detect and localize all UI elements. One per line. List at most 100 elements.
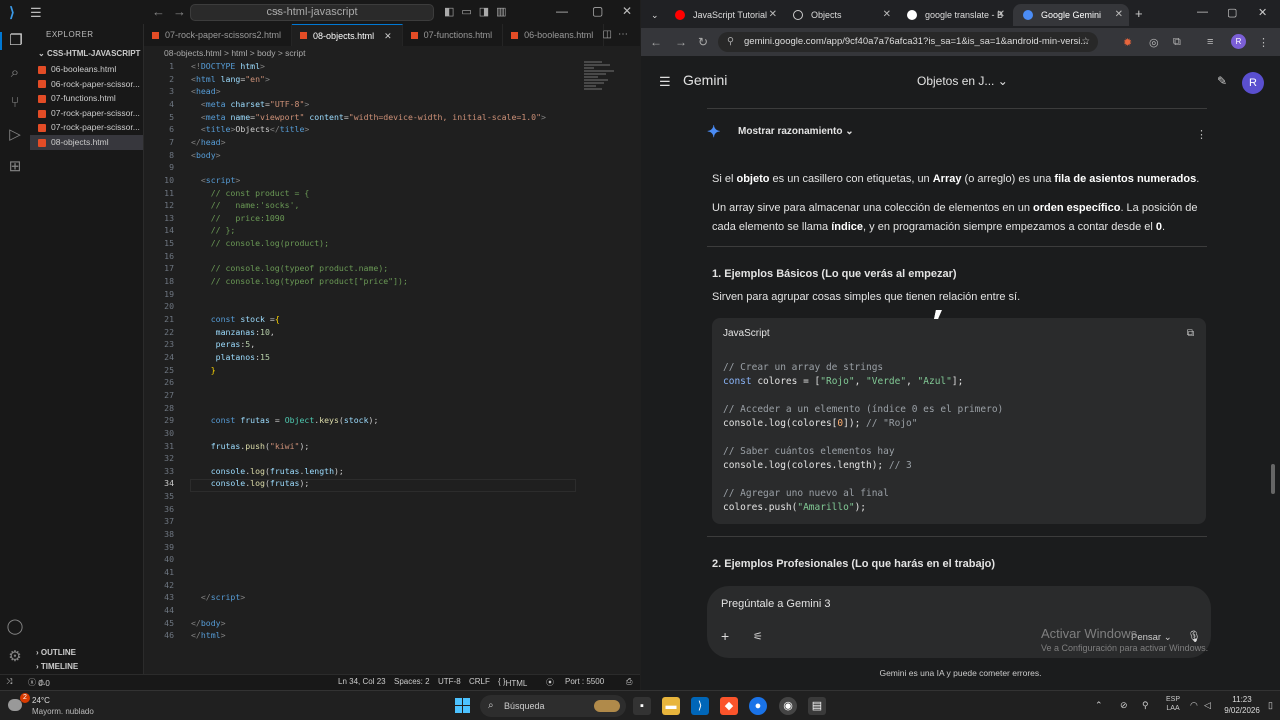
back-icon[interactable]: ← — [650, 35, 662, 49]
html-file-icon — [38, 124, 46, 133]
tab-booleans[interactable]: 06-booleans.html — [503, 24, 605, 46]
chrome-tab-objects[interactable]: Objects ✕ — [783, 4, 897, 26]
chat-title-dropdown[interactable]: Objetos en J... ⌄ — [917, 74, 1008, 88]
mode-selector[interactable]: Pensar ⌄ — [1131, 632, 1172, 643]
code-editor[interactable]: 1 <!DOCTYPE html> 2 <html lang="en"> 3 <head>… — [144, 61, 640, 674]
file-item[interactable]: 07-rock-paper-scissor... — [30, 106, 143, 121]
extensions-icon[interactable]: ⊞ — [6, 158, 24, 176]
copy-icon[interactable]: ⧉ — [1187, 328, 1194, 339]
maximize-icon[interactable]: ▢ — [592, 4, 603, 18]
more-options-icon[interactable]: ⋮ — [1196, 128, 1207, 141]
avatar[interactable]: R — [1242, 72, 1264, 94]
notifications-icon[interactable]: ⎙ — [626, 677, 632, 687]
clock[interactable]: 11:23 9/02/2026 — [1218, 694, 1266, 716]
file-item[interactable]: 07-rock-paper-scissor... — [30, 120, 143, 135]
close-icon[interactable]: ✕ — [1258, 6, 1267, 19]
problems-indicator[interactable]: ⓧ 0 ⚠ 0 — [28, 677, 50, 688]
split-editor-icon[interactable]: ◫⋯ — [603, 29, 634, 40]
file-item-selected[interactable]: 08-objects.html — [30, 134, 143, 150]
menu-icon[interactable]: ☰ — [659, 74, 671, 90]
file-item[interactable]: 06-rock-paper-scissor... — [30, 77, 143, 92]
settings-gear-icon[interactable]: ⚙ — [6, 648, 24, 666]
timeline-section[interactable]: › TIMELINE — [30, 660, 144, 674]
tools-icon[interactable]: ⚟ — [753, 630, 763, 643]
layout-icons[interactable]: ◧▭◨▥ — [444, 5, 514, 18]
tab-rock-paper-scissors2[interactable]: 07-rock-paper-scissors2.html — [144, 24, 293, 46]
search-icon[interactable]: ⌕ — [6, 64, 24, 82]
html-file-icon — [38, 109, 46, 118]
vscode-taskbar-icon[interactable]: ⟩ — [691, 697, 709, 715]
chrome-taskbar-icon[interactable]: ● — [749, 697, 767, 715]
extension-icon[interactable]: ◎ — [1149, 36, 1159, 49]
profile-avatar[interactable]: R — [1231, 34, 1246, 49]
cursor-position[interactable]: Ln 34, Col 23 — [338, 677, 386, 686]
minimize-icon[interactable]: — — [556, 4, 568, 18]
language-mode[interactable]: { } HTML — [498, 677, 527, 688]
chrome-tab-gemini[interactable]: Google Gemini ✕ — [1013, 4, 1129, 26]
file-explorer-icon[interactable]: ▬ — [662, 697, 680, 715]
notification-icon[interactable]: ▯ — [1268, 700, 1273, 711]
brave-icon[interactable]: ◆ — [720, 697, 738, 715]
bookmark-star-icon: ☆ — [1081, 36, 1090, 47]
account-icon[interactable]: ◯ — [6, 618, 24, 636]
microphone-icon[interactable]: 🎙 — [1187, 630, 1201, 643]
file-item[interactable]: 06-booleans.html — [30, 62, 143, 77]
wifi-icon[interactable]: ◠ — [1190, 700, 1198, 711]
tray-chevron-icon[interactable]: ⌃ — [1095, 700, 1103, 711]
extensions-puzzle-icon[interactable]: ⧉ — [1173, 36, 1181, 49]
encoding[interactable]: UTF-8 — [438, 677, 461, 686]
nav-arrows-icon[interactable]: ←→ — [152, 4, 194, 19]
run-debug-icon[interactable]: ▷ — [6, 126, 24, 144]
tab-search-icon[interactable]: ⌄ — [647, 4, 665, 26]
minimap[interactable] — [584, 60, 624, 120]
explorer-icon[interactable]: ❐ — [0, 32, 30, 50]
tab-groups-icon[interactable]: ≡ — [1207, 36, 1213, 48]
new-chat-icon[interactable]: ✎ — [1217, 74, 1227, 88]
file-item[interactable]: 07-functions.html — [30, 91, 143, 106]
project-folder[interactable]: ⌄ CSS-HTML-JAVASCRIPT — [30, 46, 143, 62]
scrollbar[interactable] — [1271, 464, 1275, 494]
go-live-icon[interactable]: ⦿ — [546, 677, 554, 688]
new-tab-icon[interactable]: + — [1135, 6, 1143, 21]
source-control-icon[interactable]: ⑂ — [6, 94, 24, 112]
line-number: 25 — [164, 364, 174, 375]
language-indicator[interactable]: ESP LAA — [1166, 695, 1180, 713]
tray-icon[interactable]: ⚲ — [1142, 700, 1149, 711]
remote-icon[interactable]: ⤨ — [6, 677, 12, 687]
tab-objects[interactable]: 08-objects.html ✕ — [292, 24, 403, 46]
disclaimer: Gemini es una IA y puede cometer errores… — [879, 668, 1042, 678]
minimize-icon[interactable]: — — [1197, 6, 1208, 18]
chrome-menu-icon[interactable]: ⋮ — [1258, 36, 1269, 49]
line-number: 32 — [164, 453, 174, 464]
forward-icon[interactable]: → — [675, 35, 687, 49]
close-icon[interactable]: ✕ — [622, 4, 632, 18]
task-view-icon[interactable]: ▪ — [633, 697, 651, 715]
start-icon[interactable] — [455, 698, 470, 713]
address-bar[interactable]: ⚲ gemini.google.com/app/9cf40a7a76afca31?… — [718, 32, 1098, 52]
indentation[interactable]: Spaces: 2 — [394, 677, 430, 686]
chrome-tab-youtube[interactable]: JavaScript Tutorial ✕ — [665, 4, 783, 26]
add-icon[interactable]: + — [721, 628, 729, 644]
command-center-search[interactable]: ⌕ css-html-javascript — [190, 4, 434, 21]
line-number: 3 — [169, 86, 174, 97]
code-line: // name:'socks', — [210, 200, 300, 211]
extension-icon[interactable]: ✹ — [1123, 36, 1132, 49]
github-icon[interactable]: ◉ — [779, 697, 797, 715]
maximize-icon[interactable]: ▢ — [1227, 6, 1237, 19]
line-number: 42 — [164, 579, 174, 590]
notepad-icon[interactable]: ▤ — [808, 697, 826, 715]
close-tab-icon[interactable]: ✕ — [384, 25, 392, 47]
taskbar-search[interactable]: ⌕ Búsqueda — [480, 695, 626, 717]
menu-icon[interactable]: ☰ — [30, 5, 42, 21]
live-server-port[interactable]: Port : 5500 — [565, 677, 604, 686]
volume-icon[interactable]: ◁ — [1204, 700, 1211, 711]
tab-functions[interactable]: 07-functions.html — [403, 24, 504, 46]
tray-icon[interactable]: ⊘ — [1120, 700, 1128, 711]
reload-icon[interactable]: ↻ — [698, 35, 708, 49]
line-number: 19 — [164, 288, 174, 299]
breadcrumb[interactable]: 08-objects.html > html > body > script — [144, 46, 640, 60]
eol[interactable]: CRLF — [469, 677, 490, 686]
chrome-tab-translate[interactable]: google translate - B ✕ — [897, 4, 1011, 26]
line-number: 38 — [164, 529, 174, 540]
outline-section[interactable]: › OUTLINE — [30, 646, 144, 660]
